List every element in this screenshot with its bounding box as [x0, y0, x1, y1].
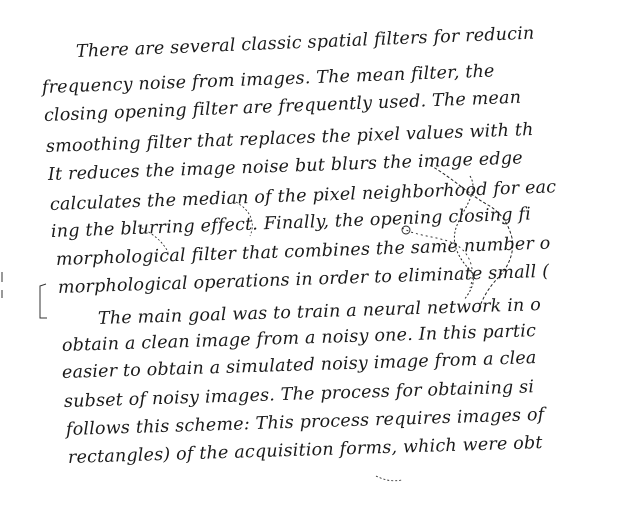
- bracket-mark: [39, 283, 47, 319]
- scribble-line: [375, 475, 403, 482]
- text-line: rectangles) of the acquisition forms, wh…: [67, 433, 543, 468]
- scanned-page: There are several classic spatial filter…: [0, 0, 640, 520]
- text-line: There are several classic spatial filter…: [75, 23, 535, 62]
